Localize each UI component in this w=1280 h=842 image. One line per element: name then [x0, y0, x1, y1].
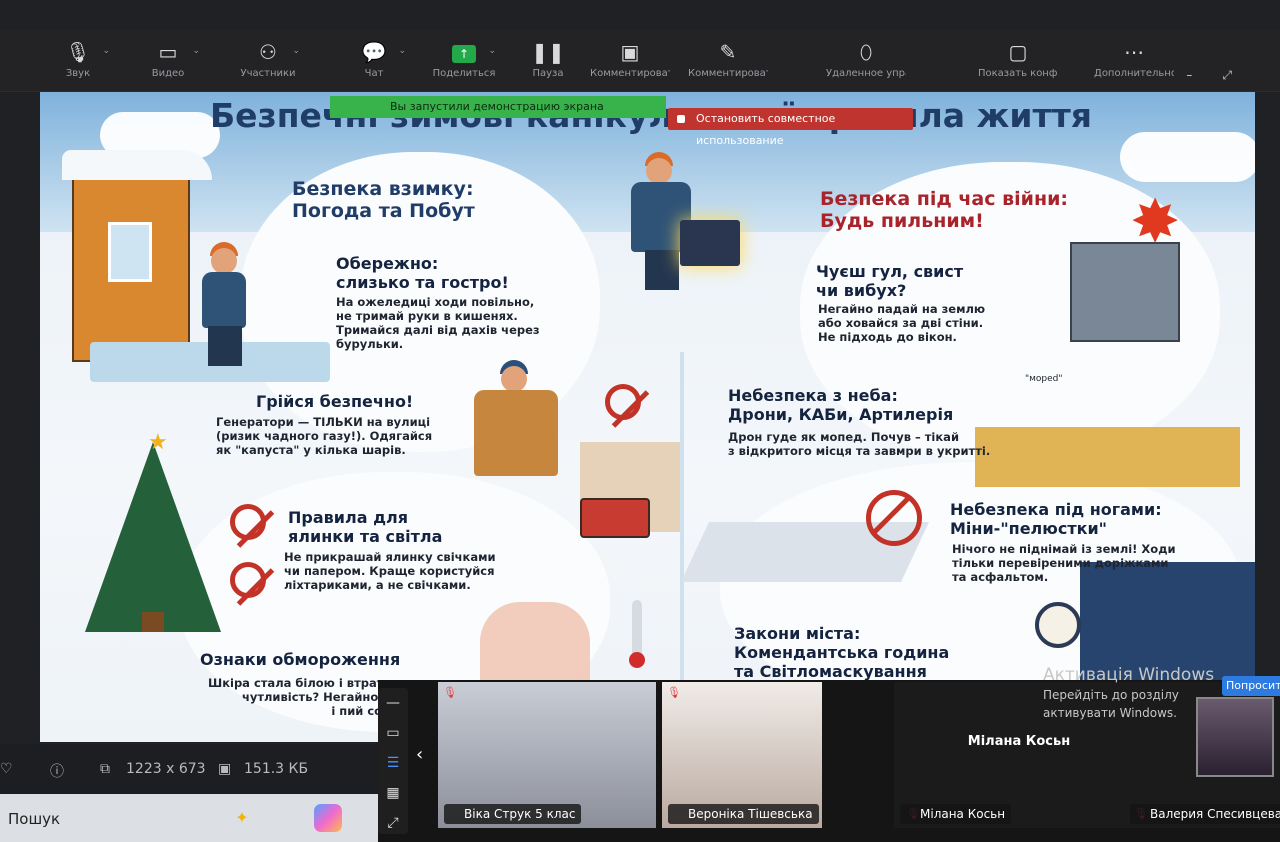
- warm-block-text: Генератори — ТІЛЬКИ на вулиці (ризик чад…: [216, 415, 433, 457]
- window-icon: ▢: [1008, 40, 1028, 64]
- ice-block-text: На ожеледиці ходи повільно, не тримай ру…: [336, 295, 540, 351]
- image-filesize: 151.3 КБ: [244, 761, 309, 777]
- more-button[interactable]: ⋯ Дополнительно: [1094, 36, 1174, 88]
- participant-tile[interactable]: 🎙 Віка Струк 5 клас: [438, 682, 656, 828]
- tree-block-title: Правила для ялинки та світла: [288, 508, 443, 546]
- house-illustration: [62, 150, 212, 362]
- no-candle-icon: [230, 504, 266, 540]
- sharing-status-banner: Вы запустили демонстрацию экрана: [330, 96, 666, 118]
- participants-button[interactable]: ⚇ ⌄ Участники: [228, 36, 308, 88]
- gallery-side-controls: — ▭ ☰ ▦ ⤢: [378, 688, 408, 834]
- participant-name: Віка Струк 5 клас: [444, 804, 582, 824]
- heart-icon[interactable]: ♡: [0, 761, 13, 777]
- pause-share-button[interactable]: ❚❚ Пауза: [508, 36, 588, 88]
- participant-name: Вероніка Тішевська: [668, 804, 819, 824]
- video-button[interactable]: ▭ ⌄ Видео: [128, 36, 208, 88]
- pencil-icon: ✎: [719, 40, 737, 64]
- minimize-icon[interactable]: —: [378, 688, 408, 718]
- meeting-toolbar: 🎙 ⌄ Звук ▭ ⌄ Видео ⚇ ⌄ Участники 💬 ⌄ Чат…: [0, 30, 1280, 92]
- sky-block-title: Небезпека з неба: Дрони, КАБи, Артилерія: [728, 386, 954, 424]
- stop-share-button[interactable]: Остановить совместное использование: [668, 108, 913, 147]
- generator-illustration: [580, 442, 680, 538]
- chat-button[interactable]: 💬 ⌄ Чат: [334, 36, 414, 88]
- explosion-icon: ✸: [1130, 187, 1181, 257]
- blast-block-text: Негайно падай на землю або ховайся за дв…: [818, 302, 986, 344]
- left-section-header: Безпека взимку: Погода та Побут: [292, 178, 475, 222]
- mouse-icon: ⬯: [859, 40, 873, 64]
- speaker-view-icon[interactable]: ☰: [378, 748, 408, 778]
- whiteboard-icon: ▣: [620, 40, 640, 64]
- info-icon[interactable]: ⓘ: [50, 761, 64, 781]
- warm-block-title: Грійся безпечно!: [256, 392, 414, 411]
- taskbar-search[interactable]: Пошук: [0, 806, 200, 832]
- chevron-down-icon[interactable]: ⌄: [488, 46, 496, 56]
- frost-block-title: Ознаки обмороження: [200, 650, 401, 669]
- tree-trunk: [142, 612, 164, 632]
- right-section-header: Безпека під час війни: Будь пильним!: [820, 188, 1068, 232]
- grid-view-icon[interactable]: ▦: [378, 778, 408, 808]
- chevron-down-icon[interactable]: ⌄: [102, 46, 110, 56]
- tree-block-text: Не прикрашай ялинку свічками чи папером.…: [284, 550, 496, 592]
- blast-block-title: Чуєш гул, свист чи вибух?: [816, 262, 964, 300]
- thermometer-icon: [629, 600, 645, 668]
- prohibited-icon: [605, 384, 641, 420]
- chevron-down-icon[interactable]: ⌄: [192, 46, 200, 56]
- star-icon: ★: [148, 430, 168, 455]
- pause-icon: ❚❚: [531, 40, 565, 64]
- muted-mic-icon: 🎙: [443, 686, 457, 699]
- zoom-screen-share-window: Зм 🎙 ⌄ Звук ▭ ⌄ Видео ⚇ ⌄ Участники 💬 ⌄ …: [0, 0, 1280, 842]
- chevron-left-icon[interactable]: ‹: [416, 744, 423, 765]
- share-screen-button[interactable]: ↑ ⌄ Поделиться: [424, 36, 504, 88]
- clock-icon: [1035, 602, 1081, 648]
- participant-tile[interactable]: 🎙 Вероніка Тішевська: [662, 682, 822, 828]
- filesize-icon: ▣: [218, 761, 232, 777]
- cloud: [1120, 132, 1255, 182]
- participant-name: Мілана Косьн: [900, 804, 1012, 824]
- dimensions-icon: ⧉: [100, 761, 110, 777]
- audio-button[interactable]: 🎙 ⌄ Звук: [38, 36, 118, 88]
- more-icon: ⋯: [1124, 40, 1144, 64]
- sky-block-text: Дрон гуде як мопед. Почув – тікай з відк…: [728, 430, 991, 458]
- christmas-tree-illustration: [85, 442, 221, 632]
- ice-block-title: Обережно: слизько та гостро!: [336, 254, 509, 292]
- strip-view-icon[interactable]: ▭: [378, 718, 408, 748]
- chevron-down-icon[interactable]: ⌄: [292, 46, 300, 56]
- ask-button[interactable]: Попросит: [1222, 676, 1280, 696]
- sparkle-icon[interactable]: ✦: [228, 804, 256, 832]
- copilot-icon[interactable]: [314, 804, 342, 832]
- curfew-block-title: Закони міста: Комендантська година та Св…: [734, 624, 950, 681]
- share-screen-icon: ↑: [452, 44, 476, 63]
- poster-image: Безпечні зимові канікули: твої правила ж…: [40, 92, 1255, 742]
- no-paper-icon: [230, 562, 266, 598]
- show-conference-button[interactable]: ▢ Показать конференцию: [978, 36, 1058, 88]
- mines-block-title: Небезпека під ногами: Міни-"пелюстки": [950, 500, 1162, 538]
- annotate-button[interactable]: ✎ Комментировать: [688, 36, 768, 88]
- field-illustration: [975, 427, 1240, 487]
- remote-control-button[interactable]: ⬯ Удаленное управление: [826, 36, 906, 88]
- image-dimensions: 1223 x 673: [126, 761, 206, 777]
- drone-label: "моped": [1025, 374, 1063, 384]
- shelter-wall-illustration: [1070, 242, 1180, 342]
- participant-name: Валерия Спесивцева: [1130, 804, 1280, 824]
- no-mine-icon: [866, 490, 922, 546]
- expand-icon[interactable]: ⤢: [378, 808, 408, 838]
- avatar: [1196, 697, 1274, 777]
- chevron-down-icon[interactable]: ⌄: [398, 46, 406, 56]
- glowing-book-illustration: [680, 220, 740, 266]
- stop-icon: [677, 115, 685, 123]
- participant-center-name: Мілана Косьн: [967, 734, 1071, 749]
- muted-mic-icon: 🎙: [667, 686, 681, 699]
- mines-block-text: Нічого не піднімай із землі! Ходи тільки…: [952, 542, 1176, 584]
- whiteboard-button[interactable]: ▣ Комментировать: [590, 36, 670, 88]
- window-controls[interactable]: –⤢: [1186, 68, 1262, 83]
